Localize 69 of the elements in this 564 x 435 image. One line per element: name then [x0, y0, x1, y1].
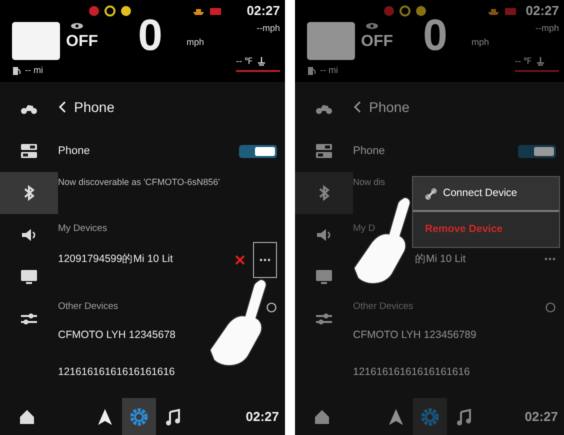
toggle-label: Phone — [58, 144, 90, 159]
ground-icon — [536, 56, 544, 66]
toggle-label: Phone — [353, 144, 385, 159]
loading-circle-icon — [266, 302, 277, 312]
navigation-arrow-icon — [387, 408, 405, 426]
average-speed: --mph — [256, 22, 280, 35]
settings-icon — [421, 408, 439, 426]
clock-time: 02:27 — [526, 2, 559, 20]
link-icon — [425, 188, 437, 200]
range-label: -- mi — [320, 64, 338, 77]
device-name[interactable]: CFMOTO LYH 123456789 — [353, 328, 476, 344]
more-dots-icon — [544, 257, 556, 262]
gear-indicator: OFF — [361, 32, 393, 52]
menu-item[interactable]: Connect Device — [413, 177, 559, 212]
average-speed: --mph — [535, 22, 559, 35]
discoverable-text: Now dis — [353, 176, 386, 190]
toggle-switch[interactable] — [518, 144, 556, 158]
temperature-label: -- ℉ — [236, 54, 252, 68]
eye-icon — [70, 22, 84, 30]
switches-icon — [315, 143, 333, 159]
fuel-icon — [12, 66, 21, 76]
speaker-icon — [20, 227, 38, 243]
music-note-icon — [455, 408, 473, 426]
sidebar-item[interactable] — [0, 172, 58, 214]
clock-time: 02:27 — [524, 408, 558, 426]
section-heading: Other Devices — [353, 300, 414, 314]
page-title: Phone — [74, 98, 114, 116]
home-icon — [313, 408, 331, 426]
section-heading: My Devices — [58, 222, 108, 236]
display-panel — [307, 22, 355, 60]
clock-time: 02:27 — [246, 408, 279, 426]
home-icon — [18, 408, 36, 426]
settings-icon — [130, 408, 148, 426]
navigation-arrow-icon — [96, 408, 114, 426]
section-heading: My D — [353, 222, 376, 236]
device-name[interactable]: 12161616161616161616 — [353, 365, 470, 381]
page-title: Phone — [369, 98, 410, 116]
section-heading: Other Devices — [58, 300, 118, 314]
speed-unit: mph — [186, 36, 204, 49]
device-name[interactable]: 12091794599的Mi 10 Lit — [58, 252, 173, 268]
more-button[interactable] — [253, 242, 277, 278]
music-note-icon — [164, 408, 182, 426]
discoverable-text: Now discoverable as 'CFMOTO-6sN856' — [58, 176, 220, 190]
loading-circle-icon — [545, 302, 556, 312]
speed-readout: 0 — [138, 14, 162, 62]
display-panel — [12, 22, 60, 60]
ground-icon — [256, 56, 266, 66]
more-dots-icon — [259, 258, 271, 262]
monitor-icon — [20, 269, 38, 285]
toggle-switch[interactable] — [239, 144, 277, 158]
remove-x-icon[interactable] — [235, 255, 245, 265]
temperature-label: -- ℉ — [515, 54, 532, 68]
switches-icon — [20, 143, 38, 159]
sliders-icon — [20, 311, 38, 327]
speaker-icon — [315, 227, 333, 243]
sliders-icon — [315, 311, 333, 327]
clock-time: 02:27 — [246, 2, 280, 20]
eye-icon — [365, 22, 379, 30]
range-label: -- mi — [25, 64, 43, 77]
back-chevron-icon[interactable] — [353, 101, 361, 113]
fuel-icon — [307, 66, 316, 76]
back-chevron-icon[interactable] — [58, 101, 66, 113]
speed-unit: mph — [471, 36, 489, 49]
gear-indicator: OFF — [66, 32, 98, 52]
device-name[interactable]: 12161616161616161616 — [58, 365, 175, 381]
device-name[interactable]: 的Mi 10 Lit — [415, 252, 466, 268]
device-name[interactable]: CFMOTO LYH 12345678 — [58, 328, 176, 344]
speed-readout: 0 — [423, 14, 448, 62]
monitor-icon — [315, 269, 333, 285]
